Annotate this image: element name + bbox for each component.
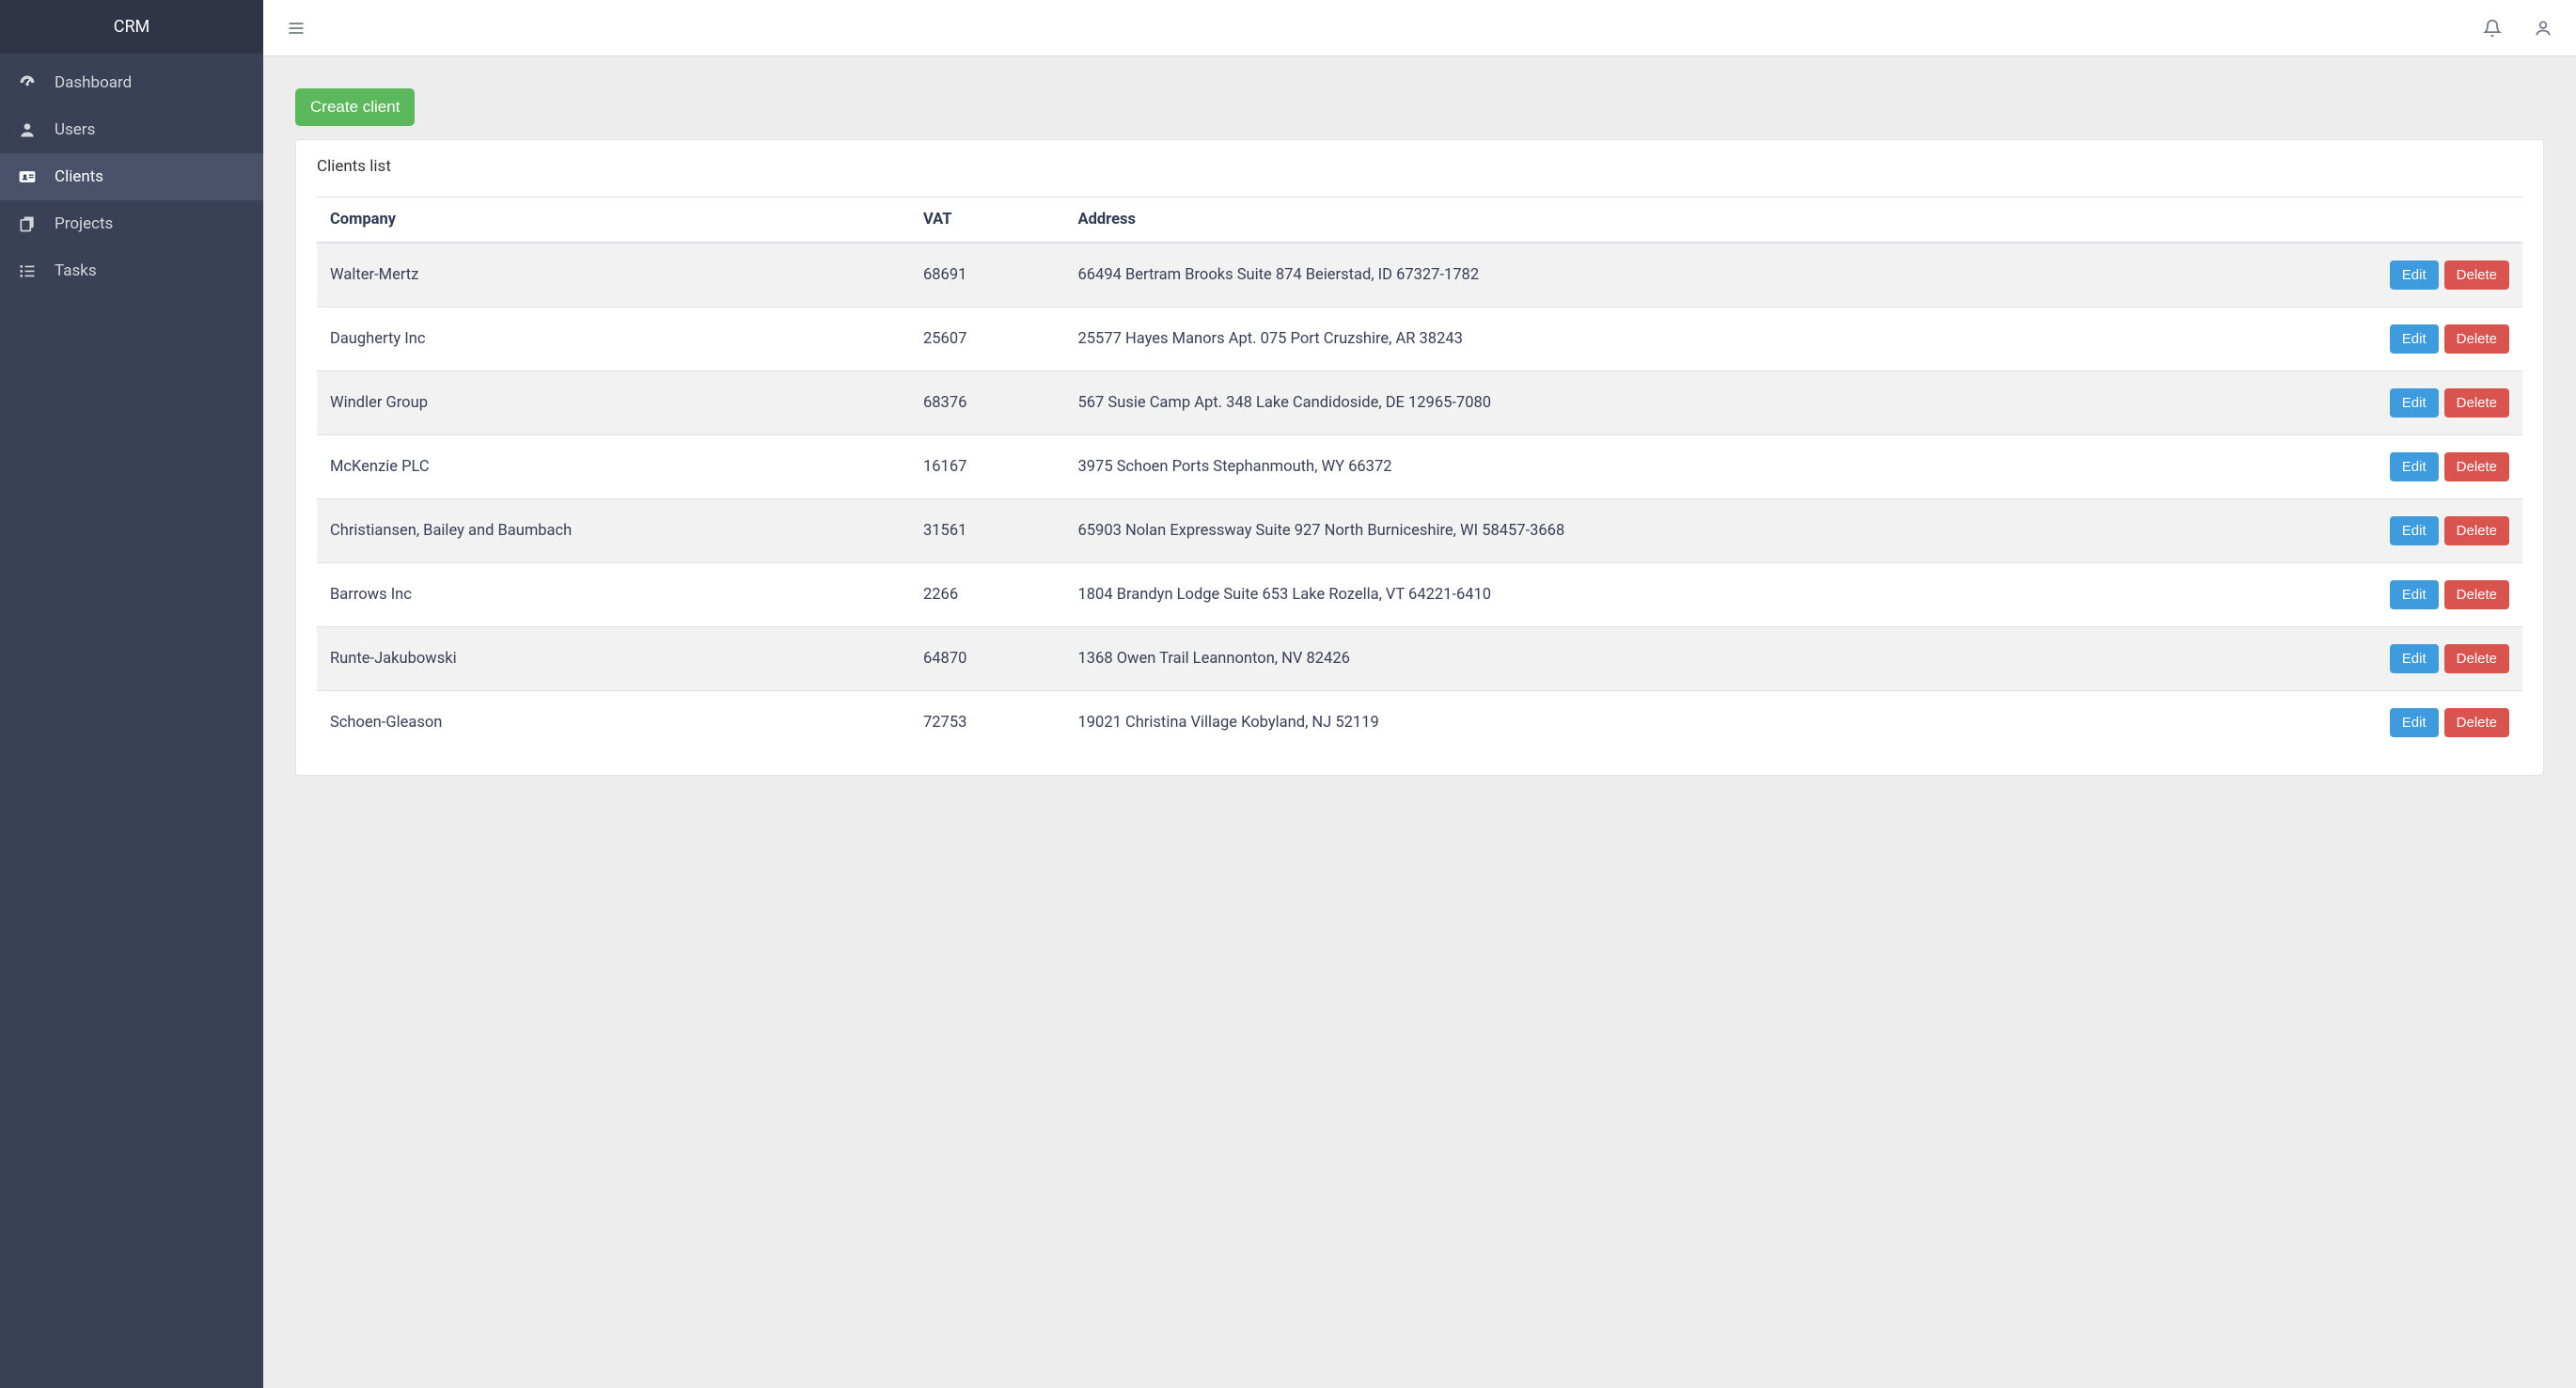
delete-button[interactable]: Delete: [2444, 388, 2509, 418]
cell-vat: 72753: [910, 691, 1065, 755]
cell-address: 19021 Christina Village Kobyland, NJ 521…: [1065, 691, 2200, 755]
brand[interactable]: CRM: [0, 0, 263, 54]
cell-address: 65903 Nolan Expressway Suite 927 North B…: [1065, 499, 2200, 563]
cell-vat: 2266: [910, 563, 1065, 627]
table-row: Barrows Inc22661804 Brandyn Lodge Suite …: [317, 563, 2522, 627]
col-company: Company: [317, 197, 910, 244]
table-row: Windler Group68376567 Susie Camp Apt. 34…: [317, 371, 2522, 435]
cell-address: 66494 Bertram Brooks Suite 874 Beierstad…: [1065, 243, 2200, 308]
menu-toggle-icon[interactable]: [284, 16, 308, 40]
cell-company: McKenzie PLC: [317, 435, 910, 499]
cell-address: 1804 Brandyn Lodge Suite 653 Lake Rozell…: [1065, 563, 2200, 627]
edit-button[interactable]: Edit: [2390, 324, 2439, 354]
delete-button[interactable]: Delete: [2444, 452, 2509, 481]
cell-address: 1368 Owen Trail Leannonton, NV 82426: [1065, 627, 2200, 691]
sidebar-item-users[interactable]: Users: [0, 106, 263, 153]
user-icon: [17, 119, 38, 140]
sidebar: CRM Dashboard Users Clients Projects Tasks: [0, 0, 263, 1388]
card-title: Clients list: [296, 140, 2543, 193]
sidebar-item-label: Dashboard: [55, 73, 132, 92]
cell-company: Runte-Jakubowski: [317, 627, 910, 691]
sidebar-item-projects[interactable]: Projects: [0, 200, 263, 247]
sidebar-item-clients[interactable]: Clients: [0, 153, 263, 200]
cell-actions: EditDelete: [2200, 308, 2522, 371]
cell-actions: EditDelete: [2200, 691, 2522, 755]
cell-vat: 64870: [910, 627, 1065, 691]
delete-button[interactable]: Delete: [2444, 324, 2509, 354]
delete-button[interactable]: Delete: [2444, 580, 2509, 609]
table-row: Daugherty Inc2560725577 Hayes Manors Apt…: [317, 308, 2522, 371]
clients-card: Clients list Company VAT Address Walter-…: [295, 139, 2544, 776]
clients-table: Company VAT Address Walter-Mertz68691664…: [317, 197, 2522, 754]
col-vat: VAT: [910, 197, 1065, 244]
table-row: Christiansen, Bailey and Baumbach3156165…: [317, 499, 2522, 563]
copy-icon: [17, 213, 38, 234]
edit-button[interactable]: Edit: [2390, 708, 2439, 737]
edit-button[interactable]: Edit: [2390, 644, 2439, 673]
cell-company: Windler Group: [317, 371, 910, 435]
bell-icon[interactable]: [2480, 16, 2505, 40]
cell-address: 25577 Hayes Manors Apt. 075 Port Cruzshi…: [1065, 308, 2200, 371]
tasks-icon: [17, 260, 38, 281]
cell-address: 567 Susie Camp Apt. 348 Lake Candidoside…: [1065, 371, 2200, 435]
cell-vat: 25607: [910, 308, 1065, 371]
cell-vat: 16167: [910, 435, 1065, 499]
delete-button[interactable]: Delete: [2444, 516, 2509, 545]
sidebar-nav: Dashboard Users Clients Projects Tasks: [0, 54, 263, 294]
col-address: Address: [1065, 197, 2200, 244]
cell-vat: 68376: [910, 371, 1065, 435]
cell-actions: EditDelete: [2200, 563, 2522, 627]
table-row: Runte-Jakubowski648701368 Owen Trail Lea…: [317, 627, 2522, 691]
cell-company: Barrows Inc: [317, 563, 910, 627]
user-icon[interactable]: [2531, 16, 2555, 40]
edit-button[interactable]: Edit: [2390, 452, 2439, 481]
edit-button[interactable]: Edit: [2390, 260, 2439, 290]
sidebar-item-label: Tasks: [55, 261, 97, 280]
cell-vat: 31561: [910, 499, 1065, 563]
cell-actions: EditDelete: [2200, 243, 2522, 308]
cell-company: Daugherty Inc: [317, 308, 910, 371]
edit-button[interactable]: Edit: [2390, 580, 2439, 609]
cell-actions: EditDelete: [2200, 499, 2522, 563]
sidebar-item-label: Clients: [55, 167, 103, 186]
edit-button[interactable]: Edit: [2390, 516, 2439, 545]
table-row: Walter-Mertz6869166494 Bertram Brooks Su…: [317, 243, 2522, 308]
cell-actions: EditDelete: [2200, 371, 2522, 435]
cell-vat: 68691: [910, 243, 1065, 308]
clients-tbody: Walter-Mertz6869166494 Bertram Brooks Su…: [317, 243, 2522, 754]
sidebar-item-tasks[interactable]: Tasks: [0, 247, 263, 294]
dashboard-icon: [17, 72, 38, 93]
create-client-button[interactable]: Create client: [295, 88, 415, 126]
col-actions: [2200, 197, 2522, 244]
table-row: McKenzie PLC161673975 Schoen Ports Steph…: [317, 435, 2522, 499]
cell-actions: EditDelete: [2200, 435, 2522, 499]
delete-button[interactable]: Delete: [2444, 644, 2509, 673]
id-card-icon: [17, 166, 38, 187]
sidebar-item-label: Projects: [55, 214, 113, 233]
topbar: [263, 0, 2576, 56]
cell-company: Walter-Mertz: [317, 243, 910, 308]
cell-address: 3975 Schoen Ports Stephanmouth, WY 66372: [1065, 435, 2200, 499]
content: Create client Clients list Company VAT A…: [263, 56, 2576, 808]
cell-actions: EditDelete: [2200, 627, 2522, 691]
cell-company: Christiansen, Bailey and Baumbach: [317, 499, 910, 563]
table-row: Schoen-Gleason7275319021 Christina Villa…: [317, 691, 2522, 755]
cell-company: Schoen-Gleason: [317, 691, 910, 755]
edit-button[interactable]: Edit: [2390, 388, 2439, 418]
delete-button[interactable]: Delete: [2444, 708, 2509, 737]
delete-button[interactable]: Delete: [2444, 260, 2509, 290]
sidebar-item-label: Users: [55, 120, 95, 139]
sidebar-item-dashboard[interactable]: Dashboard: [0, 59, 263, 106]
